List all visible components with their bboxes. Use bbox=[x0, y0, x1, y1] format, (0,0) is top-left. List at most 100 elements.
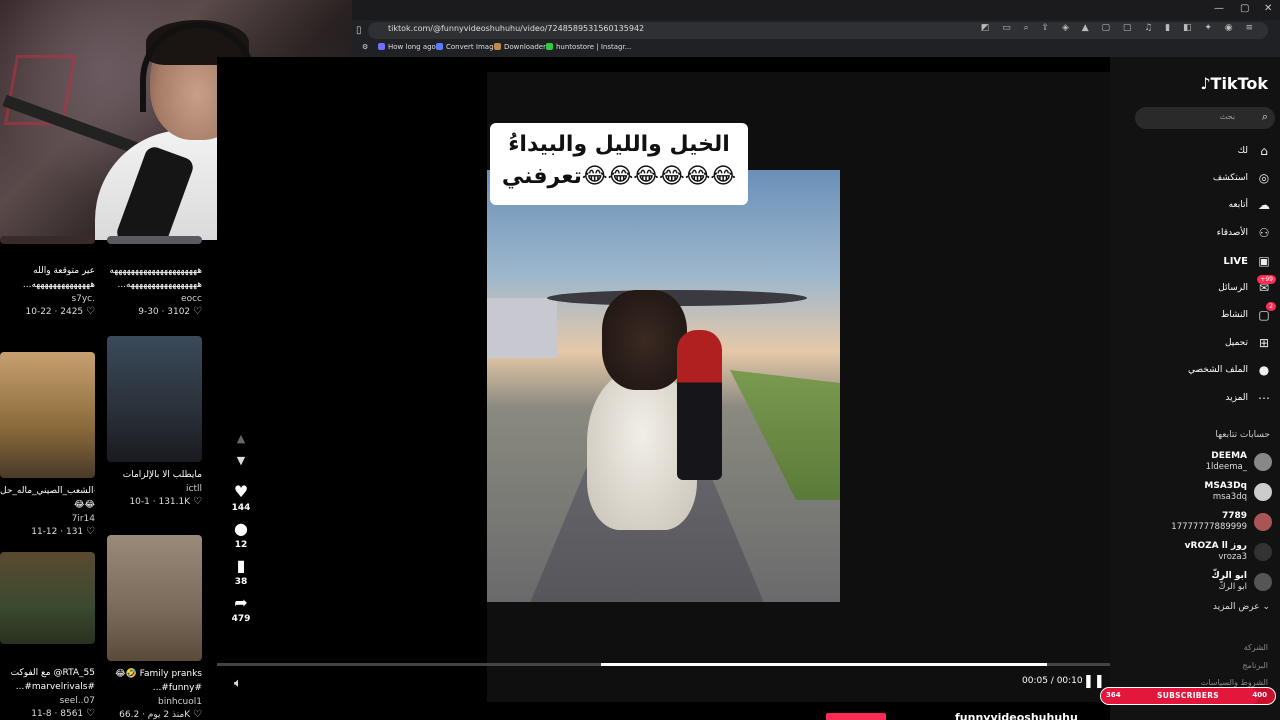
video-card[interactable]: 😂🤣 Family pranks ...#funny# binhcuol1 من… bbox=[107, 535, 202, 720]
video-caption[interactable]: عير متوقعة والله bbox=[0, 264, 95, 278]
video-caption-2[interactable]: ...ههههههههههههههه bbox=[0, 278, 95, 292]
bookmark-how-long-ago[interactable]: How long ago bbox=[378, 43, 436, 51]
video-username[interactable]: seel..07 bbox=[0, 696, 95, 706]
video-username[interactable]: eocc bbox=[107, 294, 202, 304]
followed-account[interactable]: MSA3Dq msa3dq bbox=[1204, 479, 1272, 505]
minimize-button[interactable]: — bbox=[1214, 3, 1224, 14]
sidebar-item-label: تحميل bbox=[1224, 338, 1248, 348]
bookmark-favicon bbox=[378, 43, 385, 50]
video-player: الخيل والليل والبيداءُ تعرفني😂😂😂😂😂😂 ▲ ▼ … bbox=[217, 57, 1110, 720]
video-caption[interactable]: مع الفوكت @RTA_55 bbox=[0, 666, 95, 680]
volume-icon[interactable]: 🔈︎ bbox=[234, 676, 242, 691]
subscriber-current: 364 bbox=[1106, 691, 1121, 699]
footer-link-company[interactable]: الشركة bbox=[1244, 643, 1268, 652]
bookmark-label: Downloader bbox=[504, 43, 546, 51]
sidebar-item-messages[interactable]: الرسائل ✉ +99 bbox=[1218, 275, 1276, 298]
video-card[interactable]: هههههههههههههههههههههه ...هههههههههههههه… bbox=[107, 236, 202, 317]
author-name[interactable]: funnyvideoshuhuhu bbox=[955, 711, 1078, 720]
sidebar-item-following[interactable]: أتابعه ☁ bbox=[1229, 195, 1272, 215]
avatar bbox=[1254, 573, 1272, 591]
search-input[interactable]: بحث ⌕ bbox=[1135, 107, 1275, 129]
url-text[interactable]: tiktok.com/@funnyvideoshuhuhu/video/7248… bbox=[388, 24, 644, 33]
bookmark-convert-image[interactable]: Convert Image bbox=[436, 43, 498, 51]
video-caption-2[interactable]: ...#marvelrivals# bbox=[0, 680, 95, 694]
previous-video-icon[interactable]: ▲ bbox=[229, 432, 253, 454]
see-more-button[interactable]: عرض المزيد ⌄ bbox=[1213, 602, 1270, 612]
bookmark-icon[interactable]: ▯ bbox=[356, 25, 362, 36]
video-caption-2[interactable]: ...#funny# bbox=[107, 681, 202, 695]
search-icon[interactable]: ⌕ bbox=[1262, 110, 1268, 124]
video-thumbnail[interactable] bbox=[0, 236, 95, 244]
avatar bbox=[1254, 543, 1272, 561]
like-icon[interactable]: ♥ bbox=[229, 482, 253, 501]
bookmarks-settings-icon[interactable]: ⚙ bbox=[362, 43, 368, 51]
video-thumbnail[interactable] bbox=[107, 336, 202, 462]
sidebar-item-profile[interactable]: الملف الشخصي ● bbox=[1188, 360, 1272, 380]
video-username[interactable]: s7yc. bbox=[0, 294, 95, 304]
sidebar-item-friends[interactable]: الأصدقاء ⚇ bbox=[1217, 223, 1272, 243]
activity-badge: 2 bbox=[1266, 302, 1276, 311]
messages-icon: ✉ +99 bbox=[1256, 275, 1276, 295]
video-frame[interactable] bbox=[487, 170, 840, 602]
address-bar-icons[interactable]: ◩ ▭ ⌕ ⇪ ◈ ▲ ▢ ▢ ♫ ▮ ◧ ✦ ◉ ≡ bbox=[981, 23, 1258, 33]
caption-line-1: الخيل والليل والبيداءُ bbox=[508, 132, 730, 157]
video-username[interactable]: binhcuol1 bbox=[107, 697, 202, 707]
sidebar-item-explore[interactable]: استكشف ◎ bbox=[1213, 168, 1272, 188]
bookmark-huntostore[interactable]: huntostore | Instagr... bbox=[546, 43, 631, 51]
video-card[interactable]: الشعب_الصيني_ماله_حل# 😂😂 7ir14 11-12 · 1… bbox=[0, 352, 95, 537]
share-count: 479 bbox=[231, 614, 251, 624]
video-thumbnail[interactable] bbox=[107, 535, 202, 661]
video-date: 9-30 bbox=[138, 307, 159, 317]
video-thumbnail[interactable] bbox=[107, 236, 202, 244]
video-caption[interactable]: هههههههههههههههههههههه bbox=[107, 264, 202, 278]
video-caption-2[interactable]: ...هههههههههههههههههه bbox=[107, 278, 202, 292]
followed-account[interactable]: 7789 17777777889999 bbox=[1171, 509, 1272, 535]
video-caption[interactable]: الشعب_الصيني_ماله_حل# bbox=[0, 484, 95, 498]
video-username[interactable]: 7ir14 bbox=[0, 514, 95, 524]
more-icon: ⋯ bbox=[1258, 391, 1270, 405]
pause-icon[interactable]: ❚❚ bbox=[1083, 674, 1105, 689]
bookmark-save-icon[interactable]: ▮ bbox=[229, 556, 253, 575]
footer-link-program[interactable]: البرنامج bbox=[1242, 661, 1268, 670]
followed-account[interactable]: ابو الركّ ابو الركّ bbox=[1211, 569, 1272, 595]
video-date: منذ 2 يوم bbox=[147, 710, 185, 720]
sidebar-item-more[interactable]: المزيد ⋯ bbox=[1225, 388, 1272, 408]
sidebar-item-label: المزيد bbox=[1225, 393, 1248, 403]
close-button[interactable]: ✕ bbox=[1264, 3, 1272, 14]
video-card[interactable]: مايطلب الا بالإلزامات ictll 10-1 · 131.1… bbox=[107, 336, 202, 507]
sidebar-item-live[interactable]: LIVE ▣ bbox=[1223, 251, 1272, 271]
video-thumbnail[interactable] bbox=[0, 352, 95, 478]
video-card[interactable]: عير متوقعة والله ...ههههههههههههههه s7yc… bbox=[0, 236, 95, 317]
video-username[interactable]: ictll bbox=[107, 484, 202, 494]
footer-link-terms[interactable]: الشروط والسياسات bbox=[1201, 678, 1268, 687]
maximize-button[interactable]: ▢ bbox=[1240, 3, 1249, 14]
avatar bbox=[1254, 483, 1272, 501]
sidebar-item-home[interactable]: لك ⌂ bbox=[1238, 141, 1272, 161]
video-card[interactable]: مع الفوكت @RTA_55 ...#marvelrivals# seel… bbox=[0, 552, 95, 719]
comment-icon[interactable]: ● bbox=[229, 519, 253, 538]
address-bar[interactable]: tiktok.com/@funnyvideoshuhuhu/video/7248… bbox=[368, 22, 1268, 39]
sidebar-item-upload[interactable]: تحميل ⊞ bbox=[1225, 333, 1272, 353]
progress-bar[interactable] bbox=[217, 663, 1110, 666]
followed-account[interactable]: vROZA ll روز vroza3 bbox=[1185, 539, 1272, 565]
follow-button[interactable] bbox=[826, 713, 886, 720]
video-likes: 131.1K bbox=[158, 497, 191, 507]
account-name: vROZA ll روز bbox=[1184, 541, 1247, 551]
video-thumbnail[interactable] bbox=[0, 552, 95, 644]
share-icon[interactable]: ➦ bbox=[229, 593, 253, 612]
tab-strip: — ▢ ✕ bbox=[352, 0, 1280, 20]
video-caption-2[interactable]: 😂😂 bbox=[0, 498, 95, 512]
video-caption[interactable]: 😂🤣 Family pranks bbox=[107, 667, 202, 681]
video-caption[interactable]: مايطلب الا بالإلزامات bbox=[107, 468, 202, 482]
video-meta: 9-30 · 3102 ♡ bbox=[138, 306, 202, 317]
next-video-icon[interactable]: ▼ bbox=[229, 454, 253, 476]
video-meta: منذ 2 يوم · 66.2K ♡ bbox=[119, 709, 202, 720]
logo-text: TikTok bbox=[1210, 74, 1268, 93]
bookmark-downloader[interactable]: Downloader bbox=[494, 43, 546, 51]
tiktok-logo[interactable]: ♪TikTok bbox=[1200, 74, 1268, 93]
sidebar-item-activity[interactable]: النشاط ▢ 2 bbox=[1221, 302, 1276, 325]
upload-icon: ⊞ bbox=[1258, 336, 1270, 350]
account-name: ابو الركّ bbox=[1211, 571, 1247, 581]
followed-account[interactable]: DEEMA 1ldeema_ bbox=[1206, 449, 1272, 475]
live-icon: ▣ bbox=[1258, 254, 1270, 268]
